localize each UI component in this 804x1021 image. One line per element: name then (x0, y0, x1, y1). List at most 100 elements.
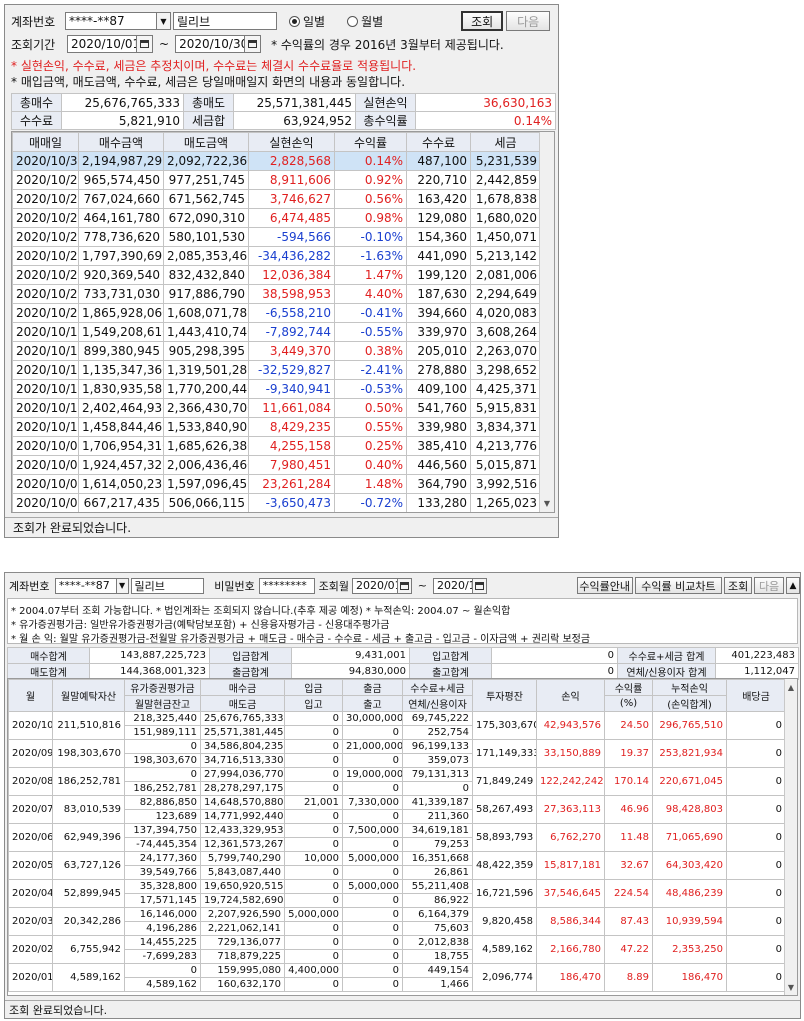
table-cell: -594,566 (248, 227, 335, 247)
table-cell: 34,619,181 (402, 823, 473, 838)
table-row[interactable]: 2020/10/26 778,736,620 580,101,530 -594,566… (12, 227, 541, 247)
col-header[interactable]: (%) (604, 695, 653, 712)
col-header[interactable]: 투자평잔 (472, 679, 537, 712)
col-header[interactable]: 수수료 (406, 132, 471, 152)
table-cell: 5,015,871 (470, 455, 541, 475)
table-cell: 171,149,333 (472, 739, 537, 768)
search-button[interactable]: 조회 (724, 577, 753, 594)
scroll-down-icon[interactable]: ▼ (785, 980, 797, 994)
table-cell: 2,096,774 (472, 963, 537, 992)
table-row[interactable]: 2020/10/06 1,614,050,235 1,597,096,455 23,2… (12, 474, 541, 494)
account-number-combo[interactable]: ****-**87 (54, 577, 117, 594)
table-cell: 14,771,992,440 (200, 809, 285, 824)
table-cell: 2020/05 (8, 851, 53, 880)
table-row[interactable]: 2020/02 6,755,942 14,455,225 729,136,077 0 0 2… (8, 935, 786, 964)
col-header[interactable]: 매도금 (200, 695, 285, 712)
account-dropdown-button[interactable]: ▼ (116, 577, 129, 594)
col-header[interactable]: 수익률 (334, 132, 407, 152)
search-button[interactable]: 조회 (461, 11, 504, 31)
col-header[interactable]: (손익합계) (652, 695, 727, 712)
table-row[interactable]: 2020/01 4,589,162 0 159,995,080 4,400,000 0 44… (8, 963, 786, 992)
month-from-calendar-button[interactable] (397, 577, 412, 594)
return-guide-button[interactable]: 수익률안내 (576, 577, 633, 594)
date-to-input[interactable]: 2020/10/30 (175, 35, 246, 53)
table-row[interactable]: 2020/10/20 1,865,928,060 1,608,071,785 -6,5… (12, 303, 541, 323)
col-header[interactable]: 연체/신용이자 (402, 695, 473, 712)
table-row[interactable]: 2020/10/08 1,706,954,310 1,685,626,380 4,25… (12, 436, 541, 456)
table-cell: 252,754 (402, 725, 473, 740)
table-cell: 2020/10/15 (12, 360, 79, 380)
table-row[interactable]: 2020/09 198,303,670 0 34,586,804,235 0 21,000… (8, 739, 786, 768)
date-from-calendar-button[interactable] (137, 35, 153, 53)
month-to-input[interactable]: 2020/10 (432, 577, 473, 594)
table-cell: -2.41% (334, 360, 407, 380)
table-row[interactable]: 2020/07 83,010,539 82,886,850 14,648,570,88… (8, 795, 786, 824)
col-header[interactable]: 매도금액 (163, 132, 249, 152)
month-to-calendar-button[interactable] (472, 577, 487, 594)
next-button[interactable]: 다음 (506, 11, 551, 31)
table-row[interactable]: 2020/06 62,949,396 137,394,750 12,433,329,9… (8, 823, 786, 852)
col-header[interactable]: 월 (8, 679, 53, 712)
return-compare-chart-button[interactable]: 수익률 비교차트 (634, 577, 723, 594)
col-header[interactable]: 손익 (536, 679, 605, 712)
col-header[interactable]: 입고 (284, 695, 343, 712)
next-button[interactable]: 다음 (754, 577, 785, 594)
table-row[interactable]: 2020/10/30 2,194,987,295 2,092,722,360 2,82… (12, 151, 541, 171)
col-header[interactable]: 실현손익 (248, 132, 335, 152)
table-row[interactable]: 2020/05 63,727,126 24,177,360 5,799,740,290… (8, 851, 786, 880)
account-number-combo[interactable]: ****-**87 (65, 12, 157, 30)
col-header[interactable]: 출금 (342, 679, 403, 696)
scroll-up-icon[interactable]: ▲ (785, 680, 797, 694)
table-cell: 5,231,539 (470, 151, 541, 171)
col-header[interactable]: 수익률 (604, 679, 653, 696)
col-header[interactable]: 매수금 (200, 679, 285, 696)
col-header[interactable]: 세금 (470, 132, 541, 152)
table-row[interactable]: 2020/10/07 1,924,457,328 2,006,436,460 7,98… (12, 455, 541, 475)
date-to-calendar-button[interactable] (245, 35, 262, 53)
scroll-down-icon[interactable]: ▼ (540, 496, 554, 510)
table-cell: 17,571,145 (124, 893, 201, 908)
radio-monthly[interactable]: 월별 (347, 13, 383, 30)
monthly-scrollbar[interactable]: ▲ ▼ (784, 679, 797, 995)
table-row[interactable]: 2020/04 52,899,945 35,328,800 19,650,920,51… (8, 879, 786, 908)
table-row[interactable]: 2020/10 211,510,816 218,325,440 25,676,765,… (8, 711, 786, 740)
col-header[interactable]: 배당금 (726, 679, 786, 712)
col-header[interactable]: 입금 (284, 679, 343, 696)
table-row[interactable]: 2020/10/23 1,797,390,695 2,085,353,465 -34,… (12, 246, 541, 266)
table-cell: 220,671,045 (652, 767, 727, 796)
account-dropdown-button[interactable]: ▼ (157, 12, 171, 30)
table-cell: 1,597,096,455 (163, 474, 249, 494)
password-input[interactable]: ******** (258, 577, 315, 594)
radio-daily[interactable]: 일별 (289, 13, 325, 30)
table-row[interactable]: 2020/08 186,252,781 0 27,994,036,770 0 19,000… (8, 767, 786, 796)
table-row[interactable]: 2020/10/14 1,830,935,585 1,770,200,440 -9,3… (12, 379, 541, 399)
month-from-input[interactable]: 2020/01 (351, 577, 398, 594)
col-header[interactable]: 누적손익 (652, 679, 727, 696)
collapse-up-button[interactable]: ▲ (786, 577, 800, 594)
col-header[interactable]: 유가증권평가금 (124, 679, 201, 696)
table-row[interactable]: 2020/10/15 1,135,347,360 1,319,501,285 -32,… (12, 360, 541, 380)
table-row[interactable]: 2020/10/28 767,024,660 671,562,745 3,746,62… (12, 189, 541, 209)
table-row[interactable]: 2020/10/05 667,217,435 506,066,115 -3,650,4… (12, 493, 541, 512)
table-row[interactable]: 2020/10/12 1,458,844,465 1,533,840,905 8,42… (12, 417, 541, 437)
table-cell: 198,303,670 (124, 753, 201, 768)
col-header[interactable]: 매수금액 (78, 132, 164, 152)
table-row[interactable]: 2020/03 20,342,286 16,146,000 2,207,926,590… (8, 907, 786, 936)
table-row[interactable]: 2020/10/27 464,161,780 672,090,310 6,474,48… (12, 208, 541, 228)
table-cell: 25,571,381,445 (200, 725, 285, 740)
date-from-input[interactable]: 2020/10/01 (67, 35, 137, 53)
table-row[interactable]: 2020/10/19 1,549,208,610 1,443,410,740 -7,8… (12, 322, 541, 342)
col-header[interactable]: 월말예탁자산 (52, 679, 125, 712)
col-header[interactable]: 월말현금잔고 (124, 695, 201, 712)
table-row[interactable]: 2020/10/16 899,380,945 905,298,395 3,449,37… (12, 341, 541, 361)
col-header[interactable]: 수수료+세금 (402, 679, 473, 696)
col-header[interactable]: 매매일 (12, 132, 79, 152)
table-row[interactable]: 2020/10/22 920,369,540 832,432,840 12,036,3… (12, 265, 541, 285)
table-cell: 98,428,803 (652, 795, 727, 824)
table-row[interactable]: 2020/10/13 2,402,464,930 2,366,430,700 11,6… (12, 398, 541, 418)
daily-scrollbar[interactable]: ▼ (539, 132, 554, 512)
table-cell: 0 (726, 767, 786, 796)
table-row[interactable]: 2020/10/21 733,731,030 917,886,790 38,598,9… (12, 284, 541, 304)
table-row[interactable]: 2020/10/29 965,574,450 977,251,745 8,911,60… (12, 170, 541, 190)
col-header[interactable]: 출고 (342, 695, 403, 712)
